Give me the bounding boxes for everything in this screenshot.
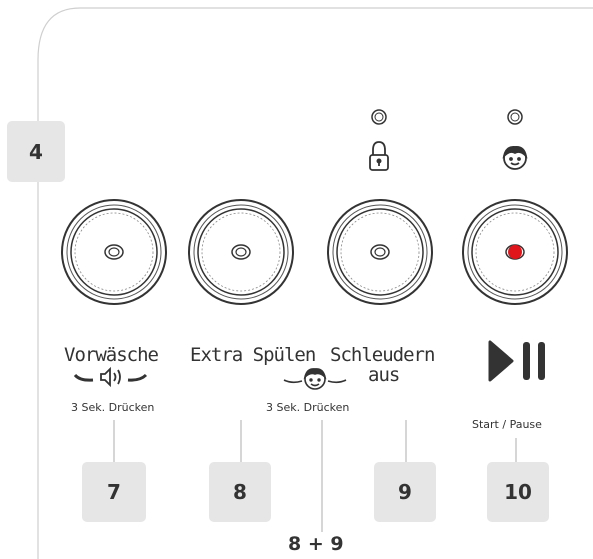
leader-lines <box>113 420 517 532</box>
callout-8-9: 8 + 9 <box>288 533 344 555</box>
led-child-lock <box>507 109 523 125</box>
lock-icon <box>369 141 389 171</box>
knob-extra-spuelen[interactable] <box>188 199 294 305</box>
led-lock <box>371 109 387 125</box>
start-indicator-led <box>508 245 522 259</box>
callout-4: 4 <box>7 121 65 182</box>
label-vorwaesche: Vorwäsche <box>64 344 159 366</box>
child-face-combo-icon <box>283 368 347 390</box>
note-vorwaesche: 3 Sek. Drücken <box>71 401 155 414</box>
knob-start-pause[interactable] <box>462 199 568 305</box>
knob-schleudern-aus[interactable] <box>327 199 433 305</box>
label-start-pause: Start / Pause <box>472 418 542 431</box>
label-schleudern: Schleudern <box>330 344 435 366</box>
child-face-icon <box>502 146 528 170</box>
label-extra-spuelen: Extra Spülen <box>190 344 316 366</box>
callout-9: 9 <box>374 462 436 522</box>
sound-icon <box>73 366 148 388</box>
callout-7: 7 <box>82 462 146 522</box>
callout-10: 10 <box>487 462 549 522</box>
knob-vorwaesche[interactable] <box>61 199 167 305</box>
callout-8: 8 <box>209 462 271 522</box>
label-aus: aus <box>368 364 400 386</box>
note-extra-spuelen: 3 Sek. Drücken <box>266 401 350 414</box>
play-pause-icon[interactable] <box>488 340 545 382</box>
